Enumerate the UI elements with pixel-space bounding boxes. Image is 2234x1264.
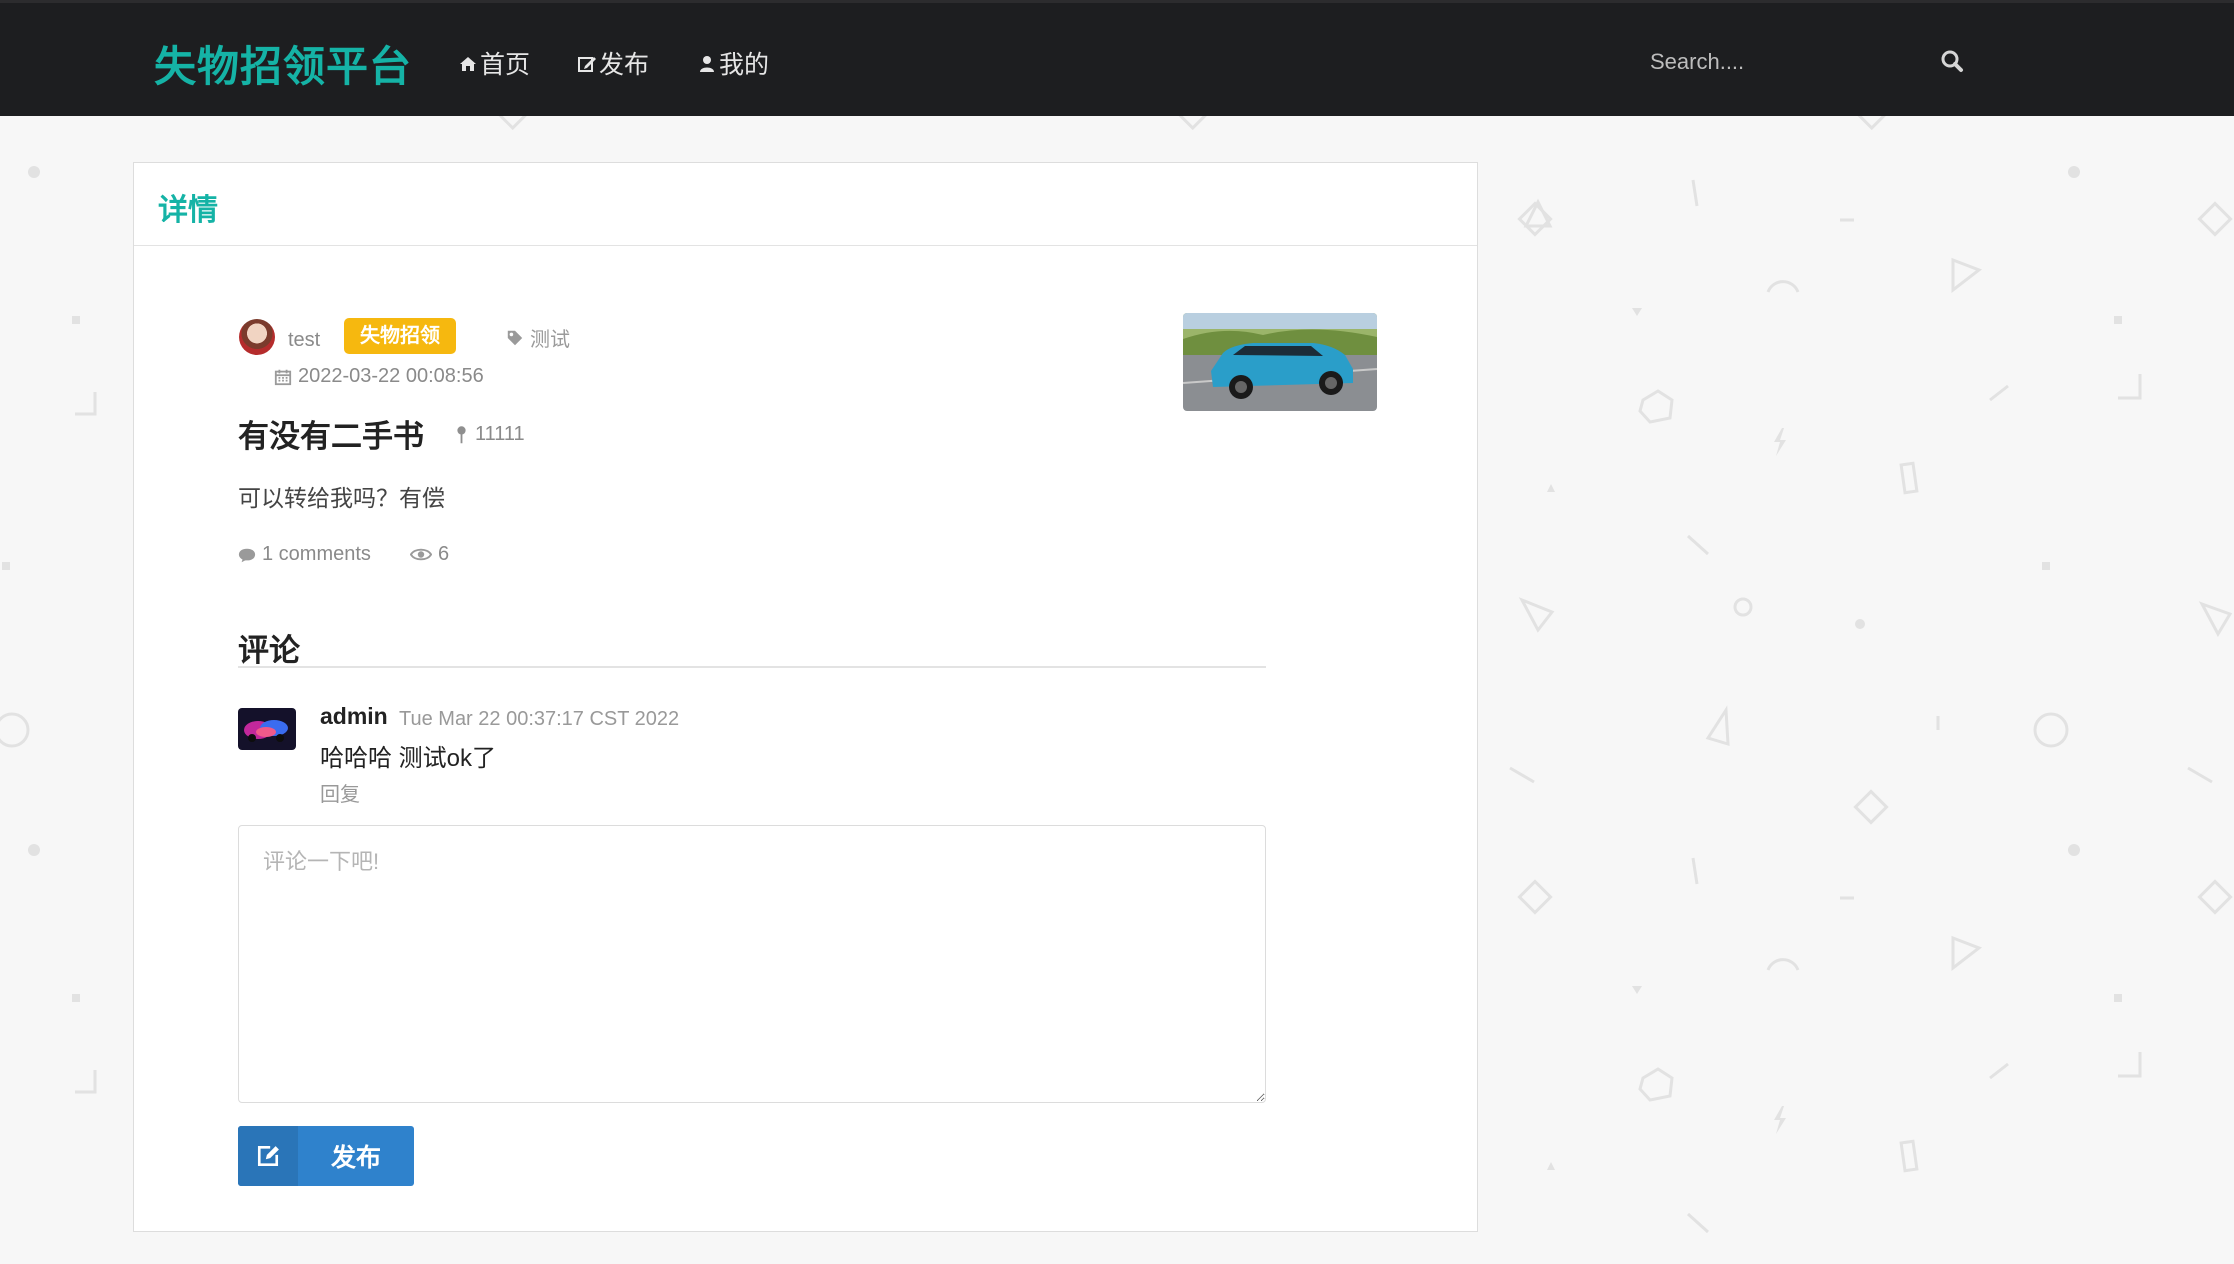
category-badge: 失物招领 (344, 318, 456, 354)
comment-time: Tue Mar 22 00:37:17 CST 2022 (399, 708, 680, 730)
search-icon (1941, 50, 1963, 72)
edit-icon (578, 57, 596, 72)
nav-item-home[interactable]: 首页 (458, 45, 530, 81)
post-tag: 测试 (506, 323, 570, 352)
edit-icon (257, 1145, 279, 1167)
nav-item-publish[interactable]: 发布 (577, 45, 649, 81)
avatar-image (238, 708, 296, 750)
brand-logo[interactable]: 失物招领平台 (154, 33, 412, 94)
pin-icon (457, 425, 466, 443)
comments-count-text: 1 comments (262, 543, 371, 565)
panel-header: 详情 (134, 163, 1477, 246)
commenter-avatar[interactable] (238, 708, 296, 750)
home-icon (460, 57, 476, 71)
eye-icon (410, 548, 432, 561)
date-text: 2022-03-22 00:08:56 (298, 365, 484, 387)
post-title: 有没有二手书 (238, 419, 424, 454)
nav-item-mine-label: 我的 (719, 51, 770, 79)
nav-item-publish-label: 发布 (599, 51, 650, 79)
search-button[interactable] (1938, 47, 1966, 75)
views-count-text: 6 (438, 543, 450, 565)
post-date: 2022-03-22 00:08:56 (274, 365, 484, 388)
tag-label: 测试 (530, 329, 570, 351)
views-count: 6 (410, 543, 449, 566)
panel-title: 详情 (158, 194, 218, 227)
comment-text: 哈哈哈 测试ok了 (320, 745, 497, 772)
publish-comment-button[interactable]: 发布 (238, 1126, 414, 1186)
post-body: 可以转给我吗？有偿 (238, 485, 445, 511)
reply-link[interactable]: 回复 (320, 778, 360, 807)
divider (238, 666, 1266, 668)
author-name[interactable]: test (288, 329, 320, 352)
edit-icon-wrap (238, 1126, 298, 1186)
comment-input[interactable] (238, 825, 1266, 1103)
post-location: 11111 (456, 423, 525, 446)
location-text: 11111 (475, 423, 525, 445)
calendar-icon (274, 369, 292, 385)
comments-count: 1 comments (238, 543, 371, 566)
car-photo (1183, 313, 1377, 411)
search-input[interactable] (1648, 41, 1902, 83)
detail-panel: 详情 test 失物招领 测试 2022-03-22 00:08:56 有没有二… (133, 162, 1478, 1232)
top-navbar: 失物招领平台 首页 发布 我的 (0, 0, 2234, 116)
comment-icon (238, 548, 256, 562)
nav-item-home-label: 首页 (480, 51, 531, 79)
comments-heading: 评论 (238, 633, 300, 668)
author-avatar[interactable] (239, 319, 275, 355)
tag-icon (507, 330, 523, 345)
user-icon (700, 56, 714, 72)
publish-button-label: 发布 (330, 1144, 381, 1172)
nav-item-mine[interactable]: 我的 (697, 45, 769, 81)
post-image[interactable] (1183, 313, 1377, 411)
comment-author[interactable]: admin (320, 703, 388, 730)
